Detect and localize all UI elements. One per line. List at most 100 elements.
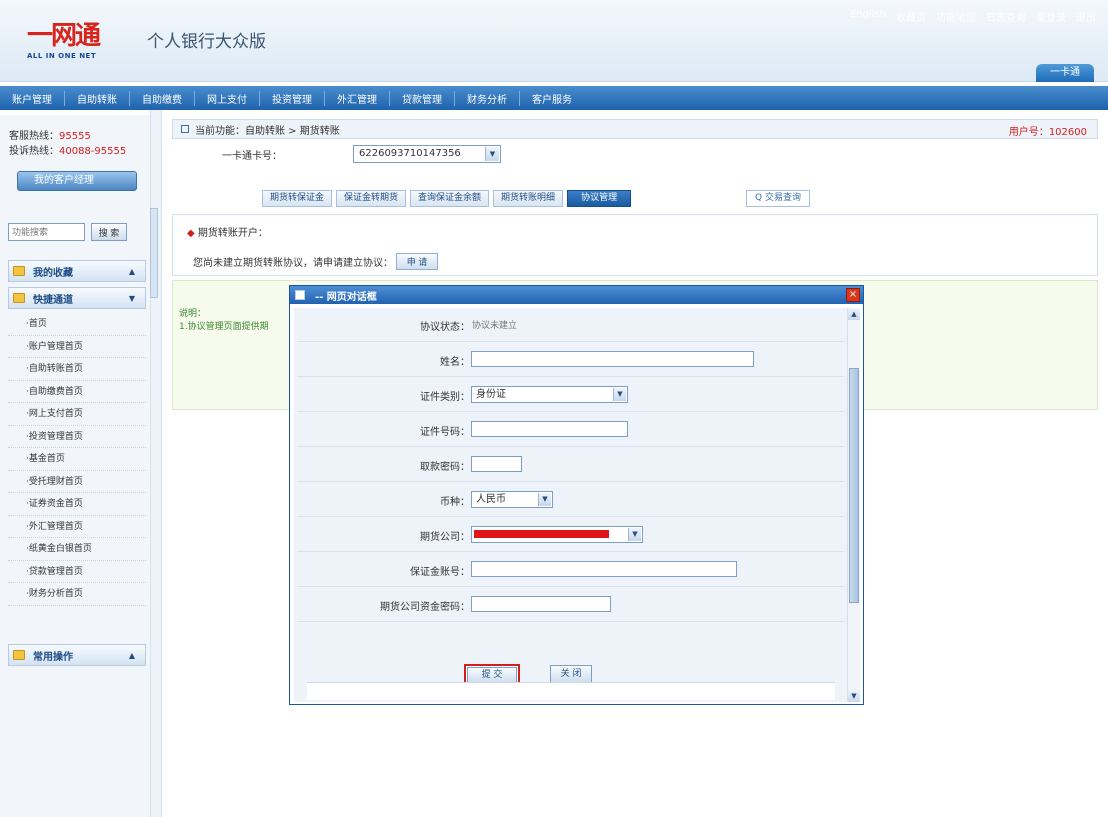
- favorites-group[interactable]: 我的收藏 ▲: [8, 260, 146, 282]
- password-label: 取款密码：: [420, 462, 470, 473]
- chevron-down-icon: ▼: [128, 293, 135, 303]
- function-tabs: 期货转保证金 保证金转期货 查询保证金余额 期货转账明细 协议管理: [262, 190, 632, 207]
- dialog-footer: [307, 682, 835, 700]
- id-number-label: 证件号码：: [420, 427, 470, 438]
- chevron-down-icon: ▼: [628, 528, 641, 541]
- quick-item-gold[interactable]: ·纸黄金白银首页: [8, 538, 146, 561]
- quick-item-online-pay[interactable]: ·网上支付首页: [8, 403, 146, 426]
- nav-item-customer-service[interactable]: 客户服务: [520, 91, 584, 106]
- quick-item-fund[interactable]: ·基金首页: [8, 448, 146, 471]
- quick-item-investment[interactable]: ·投资管理首页: [8, 426, 146, 448]
- quick-item-wealth[interactable]: ·受托理财首页: [8, 471, 146, 493]
- dialog-title: -- 网页对话框: [315, 291, 377, 303]
- id-number-input[interactable]: [471, 421, 628, 437]
- square-icon: [181, 125, 189, 133]
- sidebar-scrollbar[interactable]: [150, 208, 158, 298]
- tab-margin-to-futures[interactable]: 保证金转期货: [336, 190, 407, 207]
- section-title-text: 期货转账开户：: [197, 228, 268, 239]
- function-map-link[interactable]: 功能地图: [936, 9, 976, 24]
- common-ops-label: 常用操作: [33, 651, 73, 663]
- transaction-query-button[interactable]: Q 交易查询: [746, 190, 810, 207]
- tab-agreement-management[interactable]: 协议管理: [567, 190, 632, 207]
- close-button[interactable]: 关 闭: [550, 665, 592, 683]
- hotline-label: 客服热线：: [9, 131, 59, 142]
- redacted-value: [474, 530, 609, 538]
- dialog-scrollbar[interactable]: ▲ ▼: [847, 308, 860, 702]
- scroll-thumb[interactable]: [849, 368, 859, 603]
- main-nav: 账户管理 自助转账 自助缴费 网上支付 投资管理 外汇管理 贷款管理 财务分析 …: [0, 86, 1108, 110]
- web-dialog: -- 网页对话框 × 协议状态： 协议未建立 姓名： 证件类别： 身份证 ▼ 证件号码…: [289, 285, 864, 705]
- dialog-titlebar[interactable]: -- 网页对话框: [290, 286, 863, 304]
- card-label: 一卡通卡号：: [222, 151, 282, 162]
- tab-margin-balance[interactable]: 查询保证金余额: [410, 190, 490, 207]
- tab-transfer-details[interactable]: 期货转账明细: [493, 190, 564, 207]
- apply-button[interactable]: 申 请: [396, 253, 438, 270]
- quick-item-securities[interactable]: ·证券资金首页: [8, 493, 146, 516]
- quick-list: ·首页 ·账户管理首页 ·自助转账首页 ·自助缴费首页 ·网上支付首页 ·投资管…: [8, 313, 146, 606]
- folder-icon: [13, 293, 25, 303]
- tab-futures-to-margin[interactable]: 期货转保证金: [262, 190, 333, 207]
- common-ops-group[interactable]: 常用操作 ▲: [8, 644, 146, 666]
- status-label: 协议状态：: [420, 322, 470, 333]
- nav-item-online-pay[interactable]: 网上支付: [195, 90, 260, 106]
- company-label: 期货公司：: [420, 532, 470, 543]
- favorites-page-link[interactable]: 收藏页: [896, 9, 926, 24]
- scroll-up-icon[interactable]: ▲: [848, 308, 860, 320]
- fund-password-input[interactable]: [471, 596, 611, 612]
- english-link[interactable]: English: [850, 9, 886, 24]
- card-select[interactable]: 6226093710147356 ▼: [353, 145, 501, 163]
- complaint-hotline: 投诉热线：40088-95555: [0, 144, 150, 159]
- account-open-section: ◆ 期货转账开户： 您尚未建立期货转账协议，请申请建立协议：申 请: [172, 214, 1098, 276]
- name-input[interactable]: [471, 351, 754, 367]
- id-type-label: 证件类别：: [420, 392, 470, 403]
- scroll-down-icon[interactable]: ▼: [848, 690, 860, 702]
- currency-value: 人民币: [476, 494, 506, 505]
- margin-account-input[interactable]: [471, 561, 737, 577]
- dialog-close-icon[interactable]: ×: [846, 288, 860, 302]
- quick-item-forex[interactable]: ·外汇管理首页: [8, 516, 146, 538]
- chevron-down-icon: ▼: [538, 493, 551, 506]
- nav-item-account[interactable]: 账户管理: [0, 90, 65, 106]
- quick-item-finance[interactable]: ·财务分析首页: [8, 583, 146, 606]
- quick-item-loans[interactable]: ·贷款管理首页: [8, 561, 146, 583]
- manager-button[interactable]: 我的客户经理: [17, 171, 137, 191]
- function-search-input[interactable]: [8, 223, 85, 241]
- window-icon: [295, 290, 305, 300]
- logout-link[interactable]: 退出: [1076, 9, 1096, 24]
- quick-item-account[interactable]: ·账户管理首页: [8, 336, 146, 358]
- quick-channel-group[interactable]: 快捷通道 ▼: [8, 287, 146, 309]
- folder-icon: [13, 266, 25, 276]
- chevron-down-icon: ▼: [613, 388, 626, 401]
- id-type-select[interactable]: 身份证 ▼: [471, 386, 628, 403]
- currency-select[interactable]: 人民币 ▼: [471, 491, 553, 508]
- password-row: 取款密码：: [297, 448, 844, 482]
- folder-icon: [13, 650, 25, 660]
- card-type-tab[interactable]: 一卡通: [1036, 64, 1094, 82]
- nav-item-investment[interactable]: 投资管理: [260, 90, 325, 106]
- futures-company-select[interactable]: ▼: [471, 526, 643, 543]
- nav-item-finance-analysis[interactable]: 财务分析: [455, 90, 520, 106]
- user-no-value: 102600: [1048, 127, 1087, 138]
- nav-item-transfer[interactable]: 自助转账: [65, 90, 130, 106]
- logo-mark: 一网通: [27, 21, 101, 51]
- quick-item-payment[interactable]: ·自助缴费首页: [8, 381, 146, 403]
- log-query-link[interactable]: 日志查询: [986, 9, 1026, 24]
- search-button[interactable]: 搜 索: [91, 223, 127, 241]
- status-value: 协议未建立: [472, 321, 518, 331]
- relogin-link[interactable]: 重登录: [1036, 9, 1066, 24]
- notes-header: 说明：: [179, 309, 207, 319]
- logo-subtitle: ALL IN ONE NET: [27, 52, 97, 60]
- quick-item-transfer[interactable]: ·自助转账首页: [8, 358, 146, 381]
- apply-prompt: 您尚未建立期货转账协议，请申请建立协议：: [193, 258, 393, 269]
- nav-item-loans[interactable]: 贷款管理: [390, 90, 455, 106]
- submit-label: 提 交: [467, 667, 517, 683]
- sidebar-search: 搜 索: [8, 223, 127, 241]
- nav-item-forex[interactable]: 外汇管理: [325, 90, 390, 106]
- quick-item-home[interactable]: ·首页: [8, 313, 146, 336]
- nav-item-payment[interactable]: 自助缴费: [130, 90, 195, 106]
- sidebar: 客服热线：95555 投诉热线：40088-95555 我的客户经理 搜 索 我…: [0, 115, 150, 817]
- withdraw-password-input[interactable]: [471, 456, 522, 472]
- breadcrumb: 当前功能：自助转账 > 期货转账 用户号：102600: [172, 119, 1098, 139]
- margin-account-label: 保证金账号：: [410, 567, 470, 578]
- top-banner: 一网通 ALL IN ONE NET 个人银行大众版 English 收藏页 功…: [0, 0, 1108, 82]
